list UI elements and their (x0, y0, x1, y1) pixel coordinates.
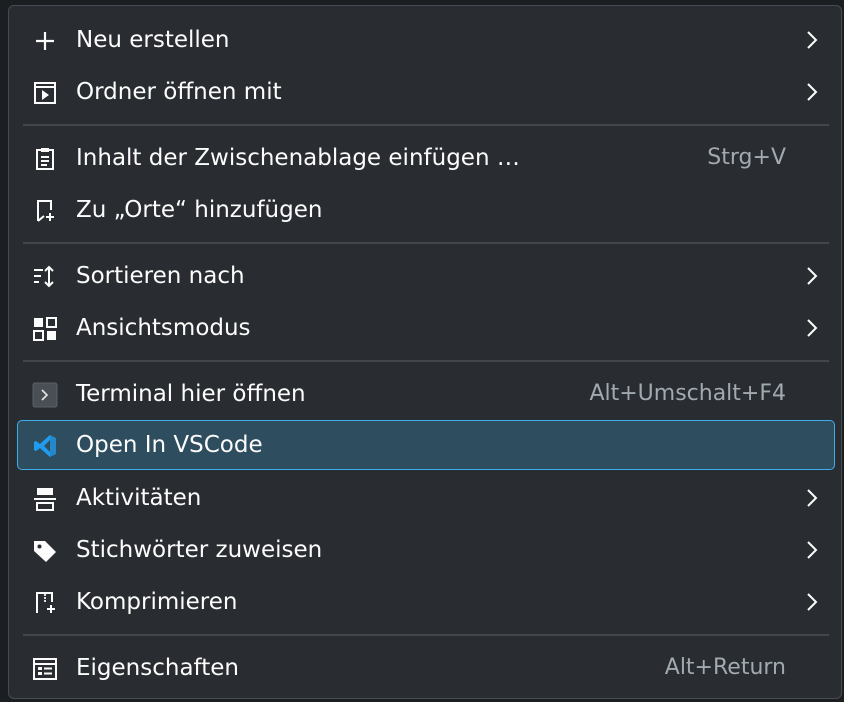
menu-item-label: Ordner öffnen mit (76, 79, 282, 105)
menu-item-activities[interactable]: Aktivitäten (17, 473, 835, 523)
plus-icon (32, 28, 58, 54)
menu-item-label: Komprimieren (76, 589, 238, 615)
menu-item-label: Inhalt der Zwischenablage einfügen … (76, 145, 520, 171)
menu-item-open-vscode[interactable]: Open In VSCode (17, 420, 835, 470)
sort-icon (32, 264, 58, 290)
menu-item-add-to-places[interactable]: Zu „Orte“ hinzufügen (17, 185, 835, 235)
screen: Neu erstellen Ordner öffnen mit Inhalt d… (0, 0, 844, 702)
clipboard-paste-icon (32, 146, 58, 172)
menu-item-label: Terminal hier öffnen (76, 381, 306, 407)
tag-icon (32, 538, 58, 564)
chevron-right-icon (800, 538, 824, 562)
menu-item-view-mode[interactable]: Ansichtsmodus (17, 303, 835, 353)
menu-item-new[interactable]: Neu erstellen (17, 15, 835, 65)
chevron-right-icon (800, 590, 824, 614)
menu-item-label: Eigenschaften (76, 655, 239, 681)
chevron-right-icon (800, 486, 824, 510)
separator (23, 634, 829, 636)
shortcut-label: Strg+V (707, 145, 786, 170)
menu-item-label: Aktivitäten (76, 485, 202, 511)
open-with-icon (32, 80, 58, 106)
menu-item-label: Stichwörter zuweisen (76, 537, 323, 563)
menu-item-label: Sortieren nach (76, 263, 245, 289)
properties-icon (32, 656, 58, 682)
menu-item-label: Neu erstellen (76, 27, 230, 53)
shortcut-label: Alt+Umschalt+F4 (589, 381, 786, 406)
activities-icon (32, 486, 58, 512)
separator (23, 360, 829, 362)
view-mode-icon (32, 316, 58, 342)
terminal-icon (32, 382, 58, 408)
separator (23, 124, 829, 126)
menu-item-sort-by[interactable]: Sortieren nach (17, 251, 835, 301)
menu-item-open-with[interactable]: Ordner öffnen mit (17, 67, 835, 117)
vscode-icon (32, 433, 58, 459)
menu-item-label: Zu „Orte“ hinzufügen (76, 197, 323, 223)
context-menu: Neu erstellen Ordner öffnen mit Inhalt d… (8, 5, 842, 699)
chevron-right-icon (800, 80, 824, 104)
menu-item-label: Ansichtsmodus (76, 315, 251, 341)
chevron-right-icon (800, 28, 824, 52)
chevron-right-icon (800, 316, 824, 340)
compress-icon (32, 590, 58, 616)
bookmark-add-icon (32, 198, 58, 224)
menu-item-properties[interactable]: Eigenschaften Alt+Return (17, 643, 835, 693)
chevron-right-icon (800, 264, 824, 288)
separator (23, 242, 829, 244)
menu-item-compress[interactable]: Komprimieren (17, 577, 835, 627)
menu-item-open-terminal[interactable]: Terminal hier öffnen Alt+Umschalt+F4 (17, 369, 835, 419)
shortcut-label: Alt+Return (664, 655, 786, 680)
menu-item-label: Open In VSCode (76, 432, 263, 458)
menu-item-assign-tags[interactable]: Stichwörter zuweisen (17, 525, 835, 575)
menu-item-paste[interactable]: Inhalt der Zwischenablage einfügen … Str… (17, 133, 835, 183)
